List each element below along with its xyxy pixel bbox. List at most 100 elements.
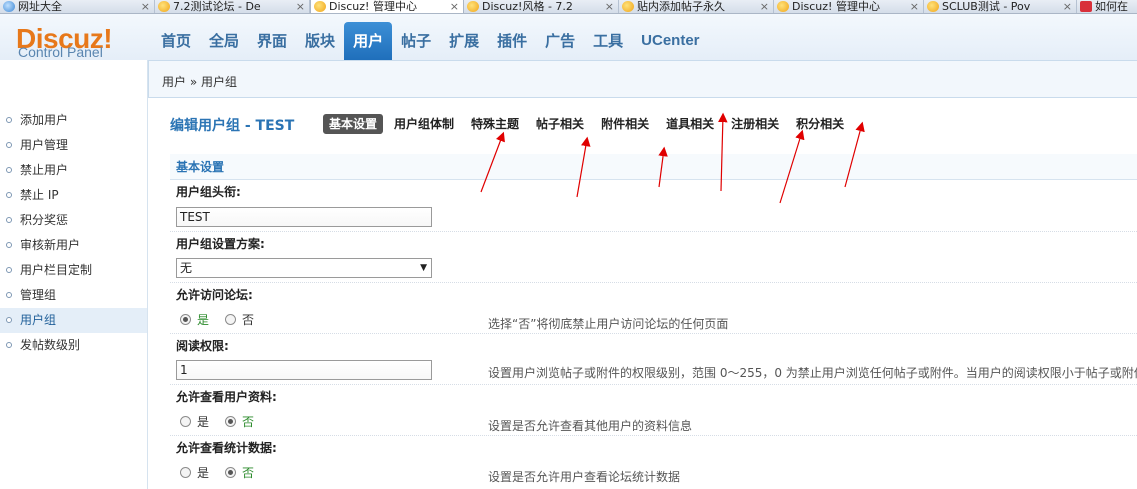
radio-yes[interactable]: 是 [180, 464, 209, 481]
radio-icon [225, 314, 237, 325]
tab-post-related[interactable]: 帖子相关 [530, 114, 590, 134]
radio-label: 否 [242, 415, 255, 429]
sidebar-item-label: 用户栏目定制 [20, 263, 93, 277]
nav-users[interactable]: 用户 [344, 22, 393, 60]
field-view-profile: 允许查看用户资料: 是 否 设置是否允许查看其他用户的资料信息 [170, 384, 1137, 435]
browser-tab-title: SCLUB测试 - Pov [942, 0, 1031, 13]
browser-tab[interactable]: Discuz!风格 - 7.2 × [464, 0, 619, 13]
browser-tab-title: 如何在 [1095, 0, 1128, 13]
radio-label: 是 [197, 415, 210, 429]
browser-tab-active[interactable]: Discuz! 管理中心 × [310, 0, 464, 13]
browser-tab-strip: 网址大全 × 7.2测试论坛 - De × Discuz! 管理中心 × Dis… [0, 0, 1137, 14]
nav-tools[interactable]: 工具 [584, 22, 632, 60]
nav-global[interactable]: 全局 [200, 22, 248, 60]
sidebar-item-credit-rewards[interactable]: 积分奖惩 [0, 208, 147, 233]
read-access-input[interactable]: 1 [176, 360, 432, 380]
bullet-icon [6, 242, 12, 248]
sidebar-item-label: 积分奖惩 [20, 213, 69, 227]
field-control: 是 否 选择“否”将彻底禁止用户访问论坛的任何页面 [170, 307, 1137, 333]
top-navigation: 首页 全局 界面 版块 用户 帖子 扩展 插件 广告 工具 UCenter [152, 22, 709, 60]
browser-tab[interactable]: Discuz! 管理中心 × [774, 0, 924, 13]
sidebar-item-profile-fields[interactable]: 用户栏目定制 [0, 258, 147, 283]
sidebar-item-add-user[interactable]: 添加用户 [0, 108, 147, 133]
browser-tab[interactable]: 如何在 [1077, 0, 1137, 13]
radio-yes[interactable]: 是 [180, 413, 209, 430]
field-view-stats: 允许查看统计数据: 是 否 设置是否允许用户查看论坛统计数据 [170, 435, 1137, 486]
sidebar-item-label: 审核新用户 [20, 238, 81, 252]
sidebar-item-admin-groups[interactable]: 管理组 [0, 283, 147, 308]
baidu-icon [1080, 1, 1092, 12]
radio-yes[interactable]: 是 [180, 311, 209, 328]
nav-ads[interactable]: 广告 [536, 22, 584, 60]
page-title: 编辑用户组 - TEST [170, 118, 295, 134]
sidebar-item-label: 禁止 IP [20, 188, 59, 202]
sidebar-item-user-management[interactable]: 用户管理 [0, 133, 147, 158]
nav-ucenter[interactable]: UCenter [632, 22, 708, 60]
radio-selected-icon [225, 416, 237, 427]
sidebar-item-post-ranks[interactable]: 发帖数级别 [0, 333, 147, 358]
bullet-icon [6, 317, 12, 323]
sidebar-item-label: 用户组 [20, 313, 57, 327]
tab-attachment-related[interactable]: 附件相关 [595, 114, 655, 134]
tab-credit-related[interactable]: 积分相关 [790, 114, 850, 134]
nav-extensions[interactable]: 扩展 [440, 22, 488, 60]
radio-no[interactable]: 否 [225, 311, 254, 328]
browser-tab-title: 网址大全 [18, 0, 62, 13]
radio-label: 否 [242, 313, 255, 327]
tab-basic-settings[interactable]: 基本设置 [323, 114, 384, 134]
field-control: 是 否 设置是否允许查看其他用户的资料信息 [170, 409, 1137, 435]
logo-subtitle: Control Panel [18, 44, 103, 60]
bullet-icon [6, 292, 12, 298]
close-icon[interactable]: × [910, 0, 919, 13]
browser-tab[interactable]: 网址大全 × [0, 0, 155, 13]
bullet-icon [6, 267, 12, 273]
discuz-icon [927, 1, 939, 12]
field-tip: 设置用户浏览帖子或附件的权限级别，范围 0～255，0 为禁止用户浏览任何帖子或… [488, 366, 1137, 380]
field-control: TEST [170, 205, 1137, 231]
sidebar-item-ban-ip[interactable]: 禁止 IP [0, 183, 147, 208]
close-icon[interactable]: × [1063, 0, 1072, 13]
bullet-icon [6, 342, 12, 348]
nav-forums[interactable]: 版块 [296, 22, 344, 60]
close-icon[interactable]: × [760, 0, 769, 13]
tab-magic-related[interactable]: 道具相关 [660, 114, 720, 134]
browser-tab[interactable]: 7.2测试论坛 - De × [155, 0, 310, 13]
group-title-input[interactable]: TEST [176, 207, 432, 227]
browser-tab-title: Discuz!风格 - 7.2 [482, 0, 573, 13]
browser-tab[interactable]: 贴内添加帖子永久 × [619, 0, 774, 13]
admin-header: Discuz! 首页 全局 界面 版块 用户 帖子 扩展 插件 广告 工具 UC… [0, 14, 1137, 60]
radio-label: 是 [197, 466, 210, 480]
nav-posts[interactable]: 帖子 [392, 22, 440, 60]
close-icon[interactable]: × [450, 0, 459, 13]
sidebar-item-user-groups[interactable]: 用户组 [0, 308, 147, 333]
radio-no[interactable]: 否 [225, 413, 254, 430]
browser-tab[interactable]: SCLUB测试 - Pov × [924, 0, 1077, 13]
sidebar-item-label: 用户管理 [20, 138, 69, 152]
field-control: 1 设置用户浏览帖子或附件的权限级别，范围 0～255，0 为禁止用户浏览任何帖… [170, 358, 1137, 384]
tab-register-related[interactable]: 注册相关 [725, 114, 785, 134]
field-tip: 设置是否允许用户查看论坛统计数据 [488, 470, 681, 484]
close-icon[interactable]: × [605, 0, 614, 13]
group-scheme-select[interactable]: 无 ▼ [176, 258, 432, 278]
field-label: 允许查看用户资料: [170, 384, 1137, 409]
close-icon[interactable]: × [141, 0, 150, 13]
close-icon[interactable]: × [296, 0, 305, 13]
sidebar-menu: 添加用户 用户管理 禁止用户 禁止 IP 积分奖惩 审核新用户 用户栏目定制 管… [0, 108, 147, 358]
radio-label: 否 [242, 466, 255, 480]
sidebar-item-label: 添加用户 [20, 113, 69, 127]
breadcrumb: 用户 » 用户组 [162, 75, 237, 89]
radio-no[interactable]: 否 [225, 464, 254, 481]
browser-tab-title: Discuz! 管理中心 [329, 0, 417, 13]
radio-icon [180, 416, 191, 427]
sidebar-item-label: 禁止用户 [20, 163, 69, 177]
field-label: 用户组头衔: [176, 185, 241, 199]
nav-home[interactable]: 首页 [152, 22, 200, 60]
tab-special-threads[interactable]: 特殊主题 [465, 114, 525, 134]
sidebar-item-audit-new-users[interactable]: 审核新用户 [0, 233, 147, 258]
nav-plugins[interactable]: 插件 [488, 22, 536, 60]
tab-group-system[interactable]: 用户组体制 [388, 114, 460, 134]
nav-interface[interactable]: 界面 [248, 22, 296, 60]
bullet-icon [6, 167, 12, 173]
field-label: 阅读权限: [170, 333, 1137, 358]
sidebar-item-ban-user[interactable]: 禁止用户 [0, 158, 147, 183]
